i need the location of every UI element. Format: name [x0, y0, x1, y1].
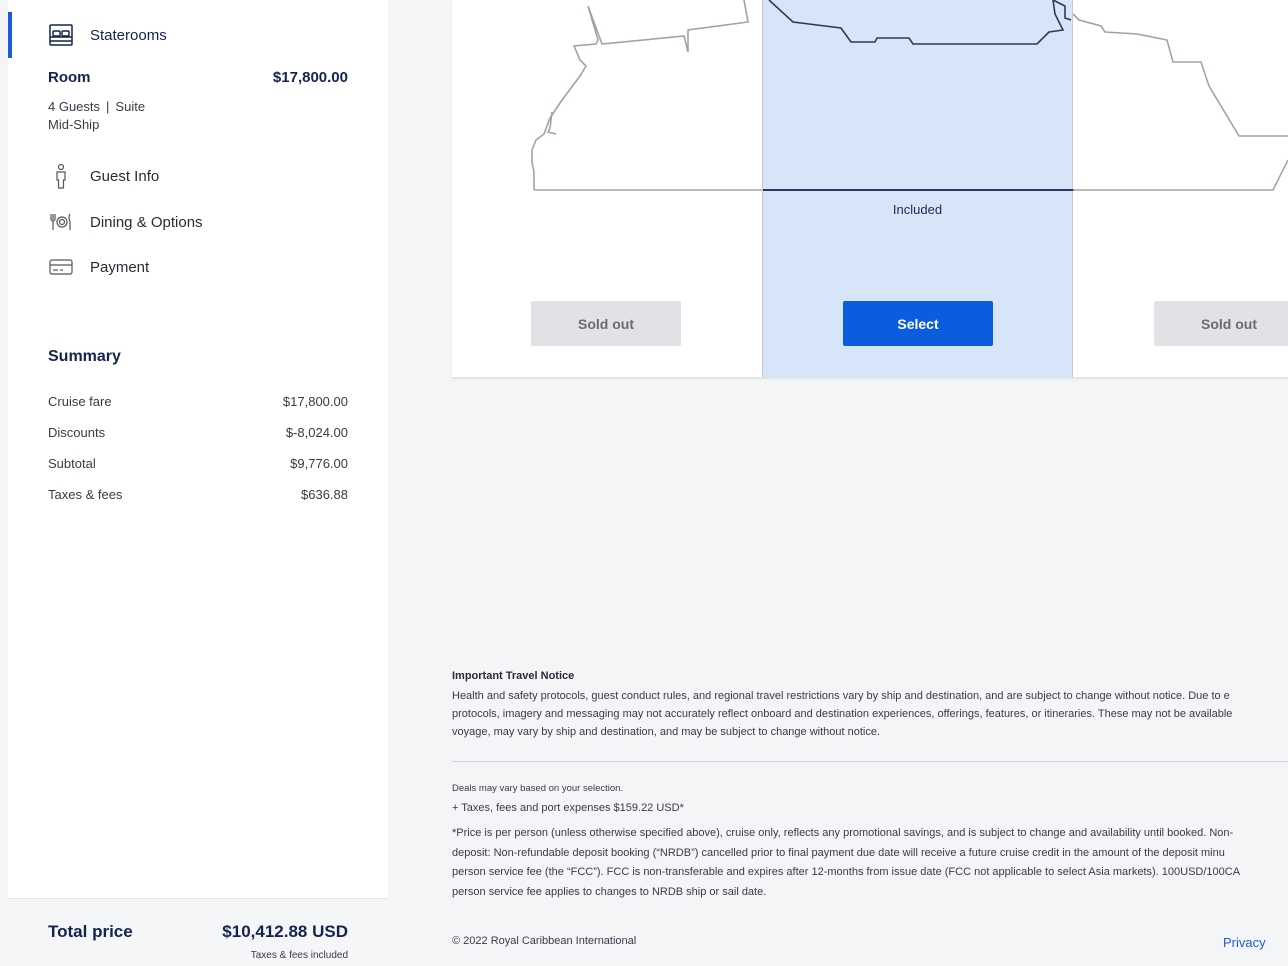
notice-title: Important Travel Notice [452, 670, 575, 682]
ship-midship-illustration [763, 0, 1074, 191]
room-meta: 4 Guests | Suite [48, 99, 145, 114]
summary-label: Discounts [48, 425, 106, 440]
summary-label: Taxes & fees [48, 487, 123, 502]
nav-item-guest-info[interactable]: Guest Info [48, 163, 160, 189]
nav-label-dining: Dining & Options [90, 213, 203, 231]
summary-value: $636.88 [301, 487, 348, 502]
notice-line: Health and safety protocols, guest condu… [452, 690, 1230, 702]
room-title: Room [48, 69, 91, 86]
summary-value: $17,800.00 [282, 394, 348, 409]
room-location: Mid-Ship [48, 117, 100, 132]
person-icon [48, 163, 74, 189]
total-price-label: Total price [48, 922, 133, 941]
summary-row-taxes: Taxes & fees $636.88 [48, 487, 348, 502]
summary-row-cruise-fare: Cruise fare $17,800.00 [48, 394, 348, 409]
footer-divider [452, 761, 1288, 762]
sidebar: Staterooms Room $17,800.00 4 Guests | Suit… [8, 0, 388, 966]
privacy-link[interactable]: Privacy [1223, 935, 1266, 950]
summary-label: Subtotal [48, 456, 96, 471]
included-label: Included [892, 202, 943, 217]
copyright: © 2022 Royal Caribbean International [452, 935, 637, 947]
bed-icon [48, 23, 74, 47]
room-price: $17,800.00 [272, 69, 348, 86]
total-price-box: Total price $10,412.88 USD Taxes & fees … [8, 898, 388, 966]
dining-icon [48, 210, 74, 234]
notice-body: Health and safety protocols, guest condu… [452, 687, 1288, 741]
room-guests: 4 Guests [48, 99, 101, 114]
notice-line: voyage, may vary by ship and destination… [452, 726, 881, 738]
summary-value: $-8,024.00 [285, 425, 348, 440]
summary-row-subtotal: Subtotal $9,776.00 [48, 456, 348, 471]
location-option-aft: Sold out [1073, 0, 1288, 377]
select-button[interactable]: Select [843, 301, 993, 346]
disclaimer-line: *Price is per person (unless otherwise s… [452, 827, 1234, 839]
disclaimer-line: deposit: Non-refundable deposit booking … [452, 846, 1225, 859]
nav-item-staterooms[interactable]: Staterooms [48, 23, 167, 47]
ship-aft-illustration [1073, 13, 1288, 191]
sold-out-button[interactable]: Sold out [531, 301, 681, 346]
notice-line: protocols, imagery and messaging may not… [452, 708, 1233, 720]
summary-value: $9,776.00 [290, 456, 348, 471]
taxes-note: + Taxes, fees and port expenses $159.22 … [452, 802, 684, 814]
sold-out-button[interactable]: Sold out [1154, 301, 1288, 346]
summary-label: Cruise fare [48, 394, 112, 409]
nav-label-guest-info: Guest Info [90, 167, 160, 185]
nav-label-payment: Payment [90, 258, 150, 276]
nav-label-staterooms: Staterooms [90, 26, 167, 44]
summary-title: Summary [48, 348, 121, 365]
deals-note: Deals may vary based on your selection. [452, 783, 624, 794]
credit-card-icon [48, 255, 74, 279]
total-price-value: $10,412.88 USD [222, 922, 348, 941]
location-option-forward: Sold out [452, 0, 762, 377]
nav-item-dining[interactable]: Dining & Options [48, 210, 203, 234]
location-option-mid-ship[interactable]: Included Select [762, 0, 1074, 377]
summary-row-discounts: Discounts $-8,024.00 [48, 425, 348, 440]
total-price-note: Taxes & fees included [250, 950, 348, 961]
room-separator: | [106, 99, 110, 114]
location-card-group: Sold out Included Select Sold out [452, 0, 1288, 378]
disclaimer-line: person service fee (the “FCC”). FCC is n… [452, 866, 1241, 878]
price-disclaimer: *Price is per person (unless otherwise s… [452, 824, 1288, 902]
disclaimer-line: person service fee applies to changes to… [452, 885, 767, 898]
room-type: Suite [115, 99, 146, 114]
active-step-indicator [8, 12, 12, 58]
nav-item-payment[interactable]: Payment [48, 255, 149, 279]
ship-forward-illustration [531, 0, 762, 191]
